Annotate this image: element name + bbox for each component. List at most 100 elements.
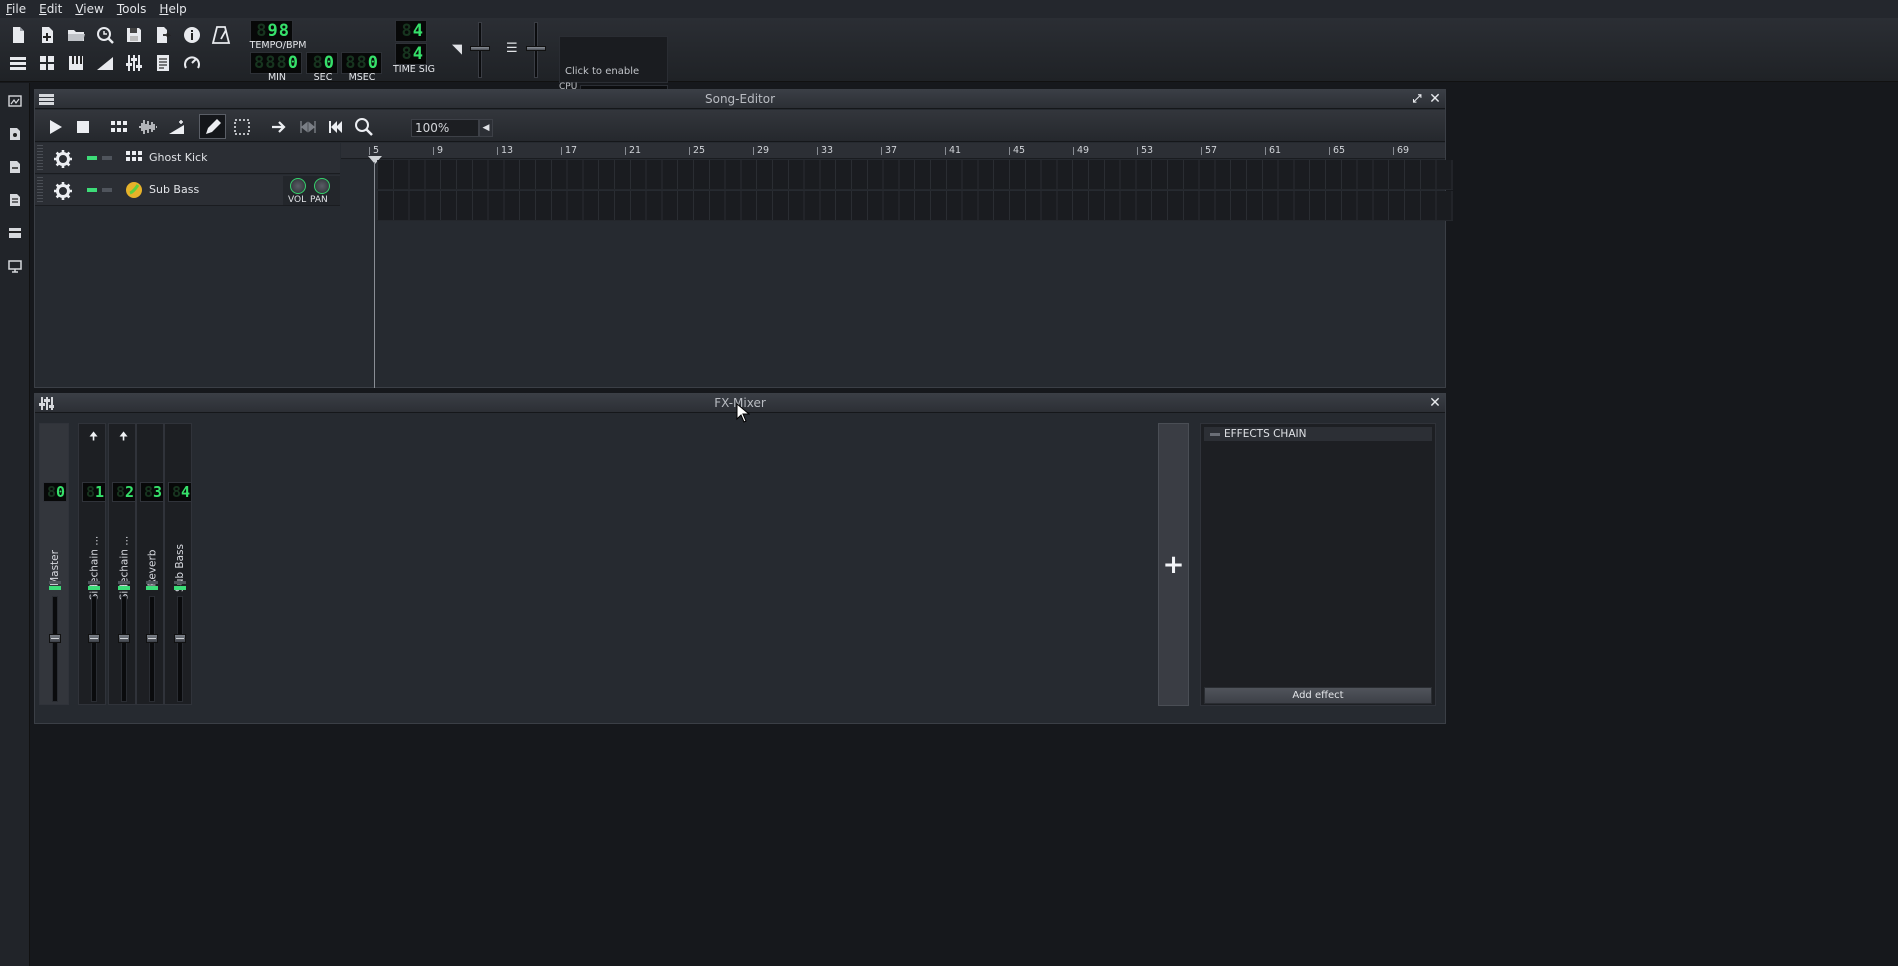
channel-mute-led[interactable] (146, 581, 158, 584)
channel-mute-led[interactable] (49, 581, 61, 584)
my-samples-icon[interactable] (7, 159, 23, 175)
menu-edit[interactable]: Edit (39, 2, 62, 16)
save-project-button[interactable] (120, 21, 147, 48)
channel-solo-led[interactable] (174, 586, 186, 590)
channel-mute-led[interactable] (174, 581, 186, 584)
stop-button[interactable] (69, 114, 96, 139)
channel-fader-track[interactable] (91, 596, 97, 702)
my-projects-icon[interactable] (7, 126, 23, 142)
channel-name[interactable]: Sidechain ... (113, 509, 135, 601)
track-drag-handle[interactable] (37, 177, 43, 204)
volume-knob[interactable] (290, 178, 306, 194)
track-name[interactable]: Sub Bass (149, 183, 199, 196)
channel-fader-track[interactable] (52, 596, 58, 702)
new-from-template-button[interactable] (33, 21, 60, 48)
channel-fader-handle[interactable] (88, 634, 100, 643)
track-ghost-kick[interactable]: Ghost Kick (35, 143, 340, 174)
channel-mute-led[interactable] (88, 581, 100, 584)
track-solo-led[interactable] (102, 188, 112, 192)
loop-points-button[interactable] (294, 114, 321, 139)
song-editor-titlebar[interactable]: Song-Editor ⤢ ✕ (35, 90, 1445, 109)
menu-tools[interactable]: Tools (117, 2, 147, 16)
export-project-button[interactable] (149, 21, 176, 48)
beat-bassline-toggle-button[interactable] (33, 49, 60, 76)
edit-mode-button[interactable] (228, 114, 255, 139)
channel-fader-handle[interactable] (49, 634, 61, 643)
gear-icon[interactable] (53, 149, 73, 169)
song-timeline[interactable]: 5 9 13 17 21 25 29 33 37 41 45 49 53 57 61 65 69 (341, 143, 1445, 159)
channel-solo-led[interactable] (49, 586, 61, 590)
channel-solo-led[interactable] (88, 586, 100, 590)
send-arrow-icon[interactable]: 🠉 (89, 428, 98, 447)
time-sig-denominator[interactable]: 84 (395, 43, 427, 65)
stop-behaviour-button[interactable] (322, 114, 349, 139)
mixer-channel-0[interactable]: 80 Master (39, 423, 69, 705)
mixer-channel-2[interactable]: 🠉 82 Sidechain ... (108, 423, 136, 705)
track-mute-led[interactable] (87, 156, 97, 160)
channel-fader-handle[interactable] (174, 634, 186, 643)
channel-fader-track[interactable] (121, 596, 127, 702)
add-automation-track-button[interactable] (163, 114, 190, 139)
automation-editor-toggle-button[interactable] (91, 49, 118, 76)
instrument-plugins-icon[interactable] (7, 93, 23, 109)
menu-view[interactable]: View (75, 2, 103, 16)
open-project-button[interactable] (62, 21, 89, 48)
zoom-combobox[interactable]: 100% (411, 119, 479, 137)
piano-roll-toggle-button[interactable] (62, 49, 89, 76)
channel-solo-led[interactable] (146, 586, 158, 590)
gear-icon[interactable] (53, 181, 73, 201)
mixer-channel-1[interactable]: 🠉 81 Sidechain ... (78, 423, 106, 705)
maximize-icon[interactable]: ⤢ (1409, 91, 1425, 107)
controller-rack-toggle-button[interactable] (178, 49, 205, 76)
zoom-dropdown-arrow-icon[interactable]: ◀ (479, 119, 493, 137)
channel-fader-track[interactable] (149, 596, 155, 702)
add-effect-button[interactable]: Add effect (1204, 687, 1432, 704)
menu-help[interactable]: Help (159, 2, 186, 16)
channel-name[interactable]: Sub Bass (169, 509, 191, 592)
add-beat-track-button[interactable] (105, 114, 132, 139)
track-solo-led[interactable] (102, 156, 112, 160)
mixer-channel-3[interactable]: 83 Reverb (136, 423, 164, 705)
track-name[interactable]: Ghost Kick (149, 151, 207, 164)
master-pitch-handle[interactable] (526, 46, 546, 51)
my-computer-icon[interactable] (7, 258, 23, 274)
my-home-icon[interactable] (7, 225, 23, 241)
send-arrow-icon[interactable]: 🠉 (119, 428, 128, 447)
channel-fader-track[interactable] (177, 596, 183, 702)
draw-mode-button[interactable] (199, 114, 226, 139)
project-notes-toggle-button[interactable] (149, 49, 176, 76)
track-drag-handle[interactable] (37, 145, 43, 172)
channel-name[interactable]: Master (44, 509, 66, 586)
tempo-display[interactable]: 898 (250, 20, 293, 42)
mixer-channel-4[interactable]: 84 Sub Bass (164, 423, 192, 705)
add-sample-track-button[interactable] (134, 114, 161, 139)
add-channel-button[interactable]: + (1158, 423, 1189, 706)
master-volume-handle[interactable] (470, 46, 490, 51)
close-icon[interactable]: ✕ (1427, 91, 1443, 107)
channel-fader-handle[interactable] (118, 634, 130, 643)
metronome-button[interactable] (207, 21, 234, 48)
channel-number-display: 83 (140, 482, 164, 502)
my-presets-icon[interactable] (7, 192, 23, 208)
new-project-button[interactable] (4, 21, 31, 48)
auto-scroll-button[interactable] (265, 114, 292, 139)
channel-name[interactable]: Sidechain ... (83, 509, 105, 601)
fx-mixer-toggle-button[interactable] (120, 49, 147, 76)
pan-knob[interactable] (314, 178, 330, 194)
pattern-lane[interactable] (377, 160, 1453, 190)
channel-mute-led[interactable] (118, 581, 130, 584)
channel-solo-led[interactable] (118, 586, 130, 590)
recent-projects-button[interactable] (91, 21, 118, 48)
track-sub-bass[interactable]: Sub Bass VOL PAN (35, 175, 340, 206)
song-editor-toggle-button[interactable] (4, 49, 31, 76)
pattern-lane[interactable] (377, 191, 1453, 221)
play-button[interactable] (41, 114, 68, 139)
channel-name[interactable]: Reverb (141, 509, 163, 587)
time-sig-numerator[interactable]: 84 (395, 20, 427, 42)
track-mute-led[interactable] (87, 188, 97, 192)
menu-file[interactable]: File (6, 2, 26, 16)
channel-fader-handle[interactable] (146, 634, 158, 643)
effects-chain-enable-led[interactable] (1210, 433, 1220, 436)
whats-this-button[interactable] (178, 21, 205, 48)
close-icon[interactable]: ✕ (1427, 395, 1443, 411)
